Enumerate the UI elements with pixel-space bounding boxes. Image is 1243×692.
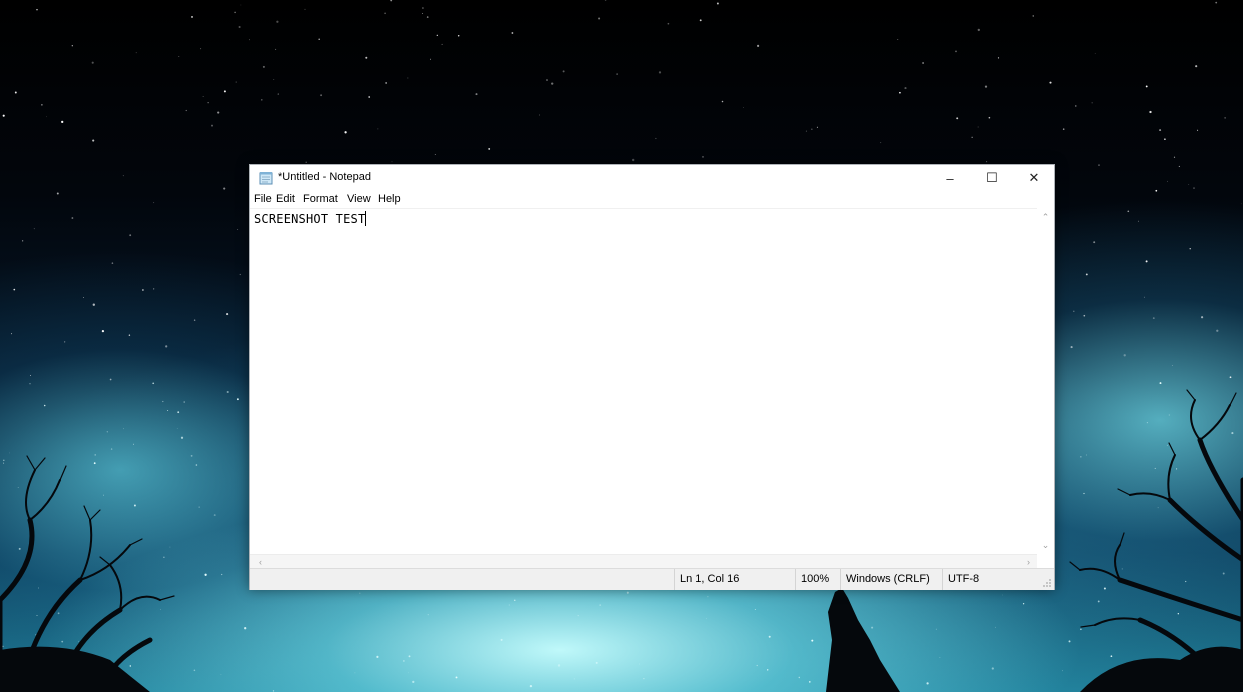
menu-help[interactable]: Help <box>378 193 401 205</box>
window-title: *Untitled - Notepad <box>278 171 371 183</box>
vertical-scrollbar[interactable]: ⌃ ⌄ <box>1037 208 1054 554</box>
scroll-down-icon[interactable]: ⌄ <box>1037 538 1054 552</box>
text-caret <box>365 211 367 226</box>
wolf-silhouette <box>826 588 900 692</box>
menu-edit[interactable]: Edit <box>276 193 295 205</box>
horizontal-scrollbar[interactable]: ‹ › <box>250 554 1037 569</box>
menu-format[interactable]: Format <box>303 193 338 205</box>
menu-file[interactable]: File <box>254 193 272 205</box>
close-icon: ✕ <box>1028 170 1040 185</box>
maximize-button[interactable]: ☐ <box>972 165 1012 191</box>
notepad-icon <box>259 172 273 185</box>
scroll-right-icon[interactable]: › <box>1020 555 1037 569</box>
status-zoom: 100% <box>795 569 838 590</box>
status-bar: Ln 1, Col 16 100% Windows (CRLF) UTF-8 <box>250 568 1054 590</box>
resize-grip-icon[interactable] <box>1042 578 1052 588</box>
minimize-icon: – <box>946 170 954 186</box>
title-bar[interactable]: *Untitled - Notepad – ☐ ✕ <box>250 165 1054 191</box>
scroll-left-icon[interactable]: ‹ <box>252 555 269 569</box>
minimize-button[interactable]: – <box>930 165 970 191</box>
close-button[interactable]: ✕ <box>1014 165 1054 191</box>
status-encoding: UTF-8 <box>942 569 1038 590</box>
right-tree-silhouette <box>1069 389 1243 692</box>
editor-text[interactable]: SCREENSHOT TEST <box>254 212 365 226</box>
scrollbar-corner <box>1037 554 1054 568</box>
menu-view[interactable]: View <box>347 193 371 205</box>
status-line-ending: Windows (CRLF) <box>840 569 941 590</box>
status-cursor-position: Ln 1, Col 16 <box>674 569 794 590</box>
scroll-up-icon[interactable]: ⌃ <box>1037 210 1054 224</box>
text-editor-area[interactable]: SCREENSHOT TEST <box>250 208 1037 555</box>
notepad-window[interactable]: *Untitled - Notepad – ☐ ✕ File Edit Form… <box>249 164 1055 590</box>
maximize-icon: ☐ <box>986 170 998 185</box>
menu-bar: File Edit Format View Help <box>250 191 1054 208</box>
